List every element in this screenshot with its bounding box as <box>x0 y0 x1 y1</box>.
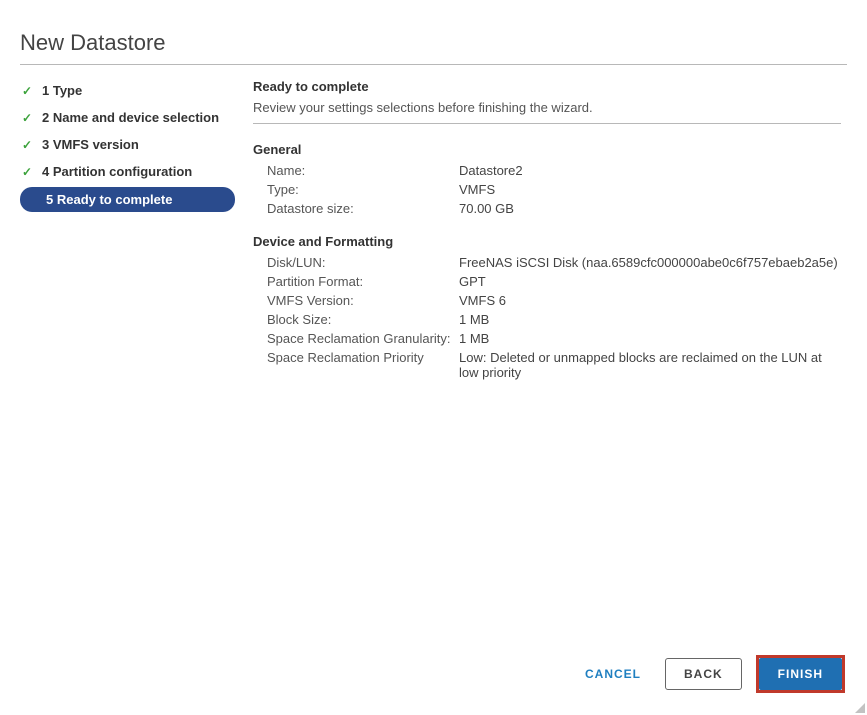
step-2-name-device[interactable]: ✓ 2 Name and device selection <box>20 106 235 129</box>
space-priority-value: Low: Deleted or unmapped blocks are recl… <box>459 350 841 380</box>
vmfs-version-value: VMFS 6 <box>459 293 841 308</box>
row-name: Name: Datastore2 <box>253 163 841 178</box>
row-type: Type: VMFS <box>253 182 841 197</box>
row-vmfs-version: VMFS Version: VMFS 6 <box>253 293 841 308</box>
check-icon: ✓ <box>20 84 34 98</box>
step-3-vmfs-version[interactable]: ✓ 3 VMFS version <box>20 133 235 156</box>
row-space-priority: Space Reclamation Priority Low: Deleted … <box>253 350 841 380</box>
check-icon: ✓ <box>20 165 34 179</box>
wizard-steps-sidebar: ✓ 1 Type ✓ 2 Name and device selection ✓… <box>20 79 235 384</box>
row-space-granularity: Space Reclamation Granularity: 1 MB <box>253 331 841 346</box>
size-label: Datastore size: <box>267 201 459 216</box>
disk-lun-label: Disk/LUN: <box>267 255 459 270</box>
back-button[interactable]: BACK <box>665 658 742 690</box>
panel-divider <box>253 123 841 124</box>
finish-button[interactable]: FINISH <box>759 658 842 690</box>
block-size-value: 1 MB <box>459 312 841 327</box>
step-5-ready-complete[interactable]: 5 Ready to complete <box>20 187 235 212</box>
check-icon: ✓ <box>20 138 34 152</box>
content-area: ✓ 1 Type ✓ 2 Name and device selection ✓… <box>20 79 847 384</box>
main-panel: Ready to complete Review your settings s… <box>253 79 847 384</box>
disk-lun-value: FreeNAS iSCSI Disk (naa.6589cfc000000abe… <box>459 255 841 270</box>
name-label: Name: <box>267 163 459 178</box>
panel-heading: Ready to complete <box>253 79 841 94</box>
step-4-partition-config[interactable]: ✓ 4 Partition configuration <box>20 160 235 183</box>
footer-buttons: CANCEL BACK FINISH <box>575 655 845 693</box>
row-disk-lun: Disk/LUN: FreeNAS iSCSI Disk (naa.6589cf… <box>253 255 841 270</box>
vmfs-version-label: VMFS Version: <box>267 293 459 308</box>
row-block-size: Block Size: 1 MB <box>253 312 841 327</box>
space-priority-label: Space Reclamation Priority <box>267 350 459 380</box>
check-icon: ✓ <box>20 111 34 125</box>
step-label: 2 Name and device selection <box>42 110 219 125</box>
step-label: 3 VMFS version <box>42 137 139 152</box>
type-label: Type: <box>267 182 459 197</box>
size-value: 70.00 GB <box>459 201 841 216</box>
row-size: Datastore size: 70.00 GB <box>253 201 841 216</box>
resize-grip-icon[interactable] <box>855 703 865 713</box>
panel-subheading: Review your settings selections before f… <box>253 100 841 115</box>
step-label: 5 Ready to complete <box>46 192 172 207</box>
dialog-title: New Datastore <box>20 30 847 56</box>
device-section-label: Device and Formatting <box>253 234 841 249</box>
type-value: VMFS <box>459 182 841 197</box>
step-label: 4 Partition configuration <box>42 164 192 179</box>
finish-button-highlight: FINISH <box>756 655 845 693</box>
partition-format-value: GPT <box>459 274 841 289</box>
title-divider <box>20 64 847 65</box>
step-1-type[interactable]: ✓ 1 Type <box>20 79 235 102</box>
step-label: 1 Type <box>42 83 82 98</box>
space-granularity-label: Space Reclamation Granularity: <box>267 331 459 346</box>
space-granularity-value: 1 MB <box>459 331 841 346</box>
name-value: Datastore2 <box>459 163 841 178</box>
block-size-label: Block Size: <box>267 312 459 327</box>
row-partition-format: Partition Format: GPT <box>253 274 841 289</box>
cancel-button[interactable]: CANCEL <box>575 659 651 689</box>
partition-format-label: Partition Format: <box>267 274 459 289</box>
general-section-label: General <box>253 142 841 157</box>
